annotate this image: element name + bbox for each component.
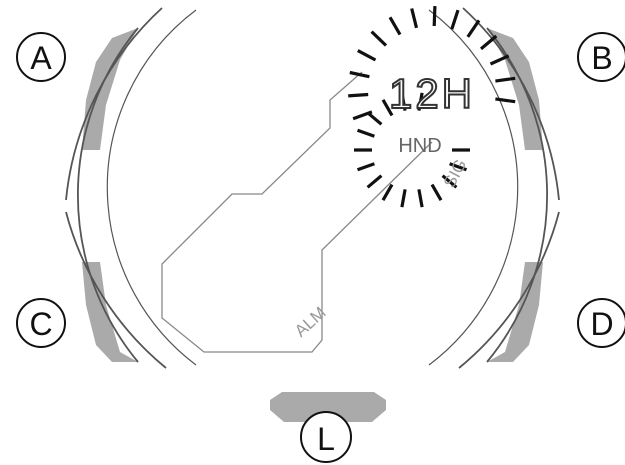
hand-flash-mark-4: [417, 189, 424, 208]
pusher-guard-b: [487, 28, 543, 150]
digits-flash-mark-10: [479, 34, 498, 51]
button-d[interactable]: D: [577, 298, 625, 348]
hand-flash-mark-10: [356, 128, 375, 138]
button-b-label: B: [591, 40, 612, 76]
button-l-label: L: [317, 421, 335, 457]
digits-flash-mark-4: [370, 30, 388, 47]
display-alm-label: ALM: [291, 303, 330, 341]
hand-flash-mark-11: [366, 111, 383, 126]
digits-flash-mark-1: [348, 92, 369, 98]
digits-flash-mark-3: [357, 49, 377, 62]
button-a[interactable]: A: [16, 32, 66, 82]
pusher-guard-a: [82, 28, 138, 150]
digits-flash-mark-5: [388, 16, 402, 36]
hand-flash-mark-6: [381, 183, 394, 201]
digits-flash-mark-6: [410, 8, 419, 29]
digits-flash-mark-9: [466, 19, 481, 38]
button-b[interactable]: B: [577, 32, 625, 82]
button-d-label: D: [590, 306, 613, 342]
button-l[interactable]: L: [300, 411, 352, 463]
button-a-label: A: [30, 40, 52, 76]
hand-flash-mark-5: [400, 189, 407, 208]
digits-flash-mark-13: [495, 97, 516, 104]
digits-flash-mark-7: [432, 6, 437, 27]
hand-flash-mark-3: [430, 183, 443, 201]
button-c-label: C: [29, 306, 52, 342]
display-main-digits: 12H: [389, 70, 475, 117]
display-hand-label: HND: [398, 135, 441, 157]
hand-flash-mark-8: [356, 162, 375, 172]
button-c[interactable]: C: [16, 298, 66, 348]
display-sig-label: SIG: [440, 156, 471, 191]
digits-flash-mark-8: [450, 9, 460, 30]
watch-operation-diagram: 12H HND SIG ALM A B C D L: [16, 6, 625, 463]
hand-flash-mark-7: [366, 174, 383, 189]
digits-flash-mark-2: [349, 70, 370, 79]
